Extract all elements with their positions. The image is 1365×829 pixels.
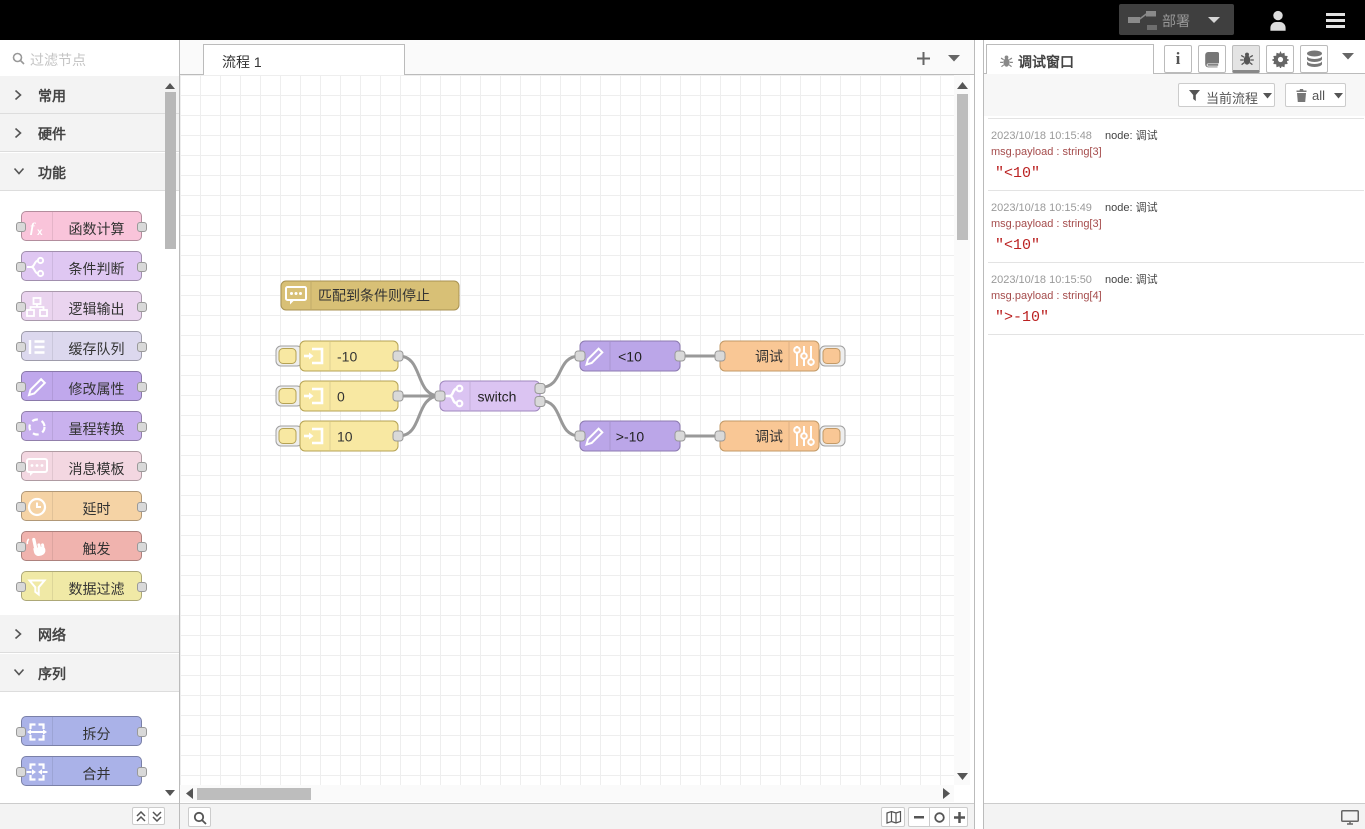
svg-text:0: 0 [337, 389, 345, 405]
svg-text:f: f [30, 221, 36, 236]
svg-text:匹配到条件则停止: 匹配到条件则停止 [318, 288, 430, 304]
svg-text:switch: switch [478, 389, 517, 405]
svg-text:-10: -10 [337, 349, 357, 365]
svg-text:x: x [37, 227, 43, 238]
svg-text:调试: 调试 [755, 349, 783, 365]
svg-text:调试: 调试 [755, 429, 783, 445]
svg-text:<10: <10 [618, 349, 642, 365]
svg-text:10: 10 [337, 429, 353, 445]
svg-text:>-10: >-10 [616, 429, 645, 445]
